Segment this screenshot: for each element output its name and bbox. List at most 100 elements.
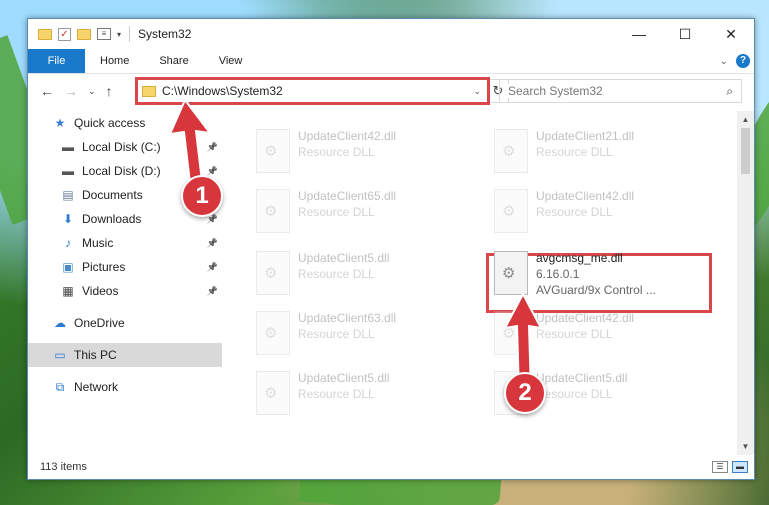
- file-meta: UpdateClient5.dll Resource DLL: [298, 365, 389, 423]
- dll-file-icon: [256, 129, 290, 173]
- search-icon[interactable]: ⌕: [726, 84, 733, 99]
- dll-file-icon: [494, 189, 528, 233]
- scroll-down-icon[interactable]: ▼: [737, 438, 754, 455]
- ribbon-right: ⌄ ?: [720, 49, 754, 73]
- file-item[interactable]: UpdateClient65.dll Resource DLL: [246, 183, 466, 241]
- title-separator: [129, 26, 131, 42]
- file-description-2: AVGuard/9x Control ...: [536, 283, 656, 297]
- ribbon-tabs: File Home Share View ⌄ ?: [28, 49, 754, 74]
- maximize-button[interactable]: ☐: [662, 19, 708, 49]
- nav-item-this-pc[interactable]: ▭ This PC: [28, 343, 222, 367]
- videos-icon: ▦: [62, 284, 74, 298]
- properties-check-icon[interactable]: ✓: [58, 27, 71, 41]
- file-item[interactable]: UpdateClient42.dll Resource DLL: [246, 123, 466, 181]
- pin-icon[interactable]: 📌: [207, 286, 218, 297]
- file-list: UpdateClient42.dllResource DLLUpdateClie…: [222, 111, 737, 455]
- nav-item-label: OneDrive: [74, 316, 125, 330]
- tab-share[interactable]: Share: [144, 49, 203, 73]
- file-item[interactable]: UpdateClient42.dll Resource DLL: [484, 183, 704, 241]
- expand-ribbon-icon[interactable]: ⌄: [720, 56, 728, 67]
- file-description: Resource DLL: [298, 387, 375, 401]
- file-item[interactable]: UpdateClient21.dll Resource DLL: [484, 123, 704, 181]
- nav-item-network[interactable]: ⧉ Network: [28, 375, 222, 399]
- file-meta: UpdateClient42.dll Resource DLL: [536, 183, 634, 241]
- file-item[interactable]: UpdateClient5.dll Resource DLL: [246, 365, 466, 423]
- file-description: Resource DLL: [536, 327, 613, 341]
- dll-file-icon: [256, 189, 290, 233]
- search-box[interactable]: ⌕: [499, 79, 742, 103]
- pin-icon[interactable]: 📌: [207, 238, 218, 249]
- scroll-up-icon[interactable]: ▲: [737, 111, 754, 128]
- nav-item-label: This PC: [74, 348, 117, 362]
- nav-item-videos[interactable]: ▦ Videos 📌: [28, 279, 222, 303]
- file-name: UpdateClient5.dll: [298, 371, 390, 385]
- download-icon: ⬇: [62, 212, 74, 226]
- tab-home[interactable]: Home: [85, 49, 144, 73]
- file-meta: UpdateClient65.dll Resource DLL: [298, 183, 396, 241]
- recent-locations-chevron-icon[interactable]: ⌄: [88, 86, 96, 97]
- nav-item-pictures[interactable]: ▣ Pictures 📌: [28, 255, 222, 279]
- quick-access-toolbar: ✓ ≡ ▾: [28, 27, 121, 41]
- tab-file[interactable]: File: [28, 49, 85, 73]
- minimize-button[interactable]: —: [616, 19, 662, 49]
- navigation-buttons: ← → ⌄ ↑: [28, 83, 135, 99]
- file-name: UpdateClient5.dll: [536, 371, 628, 385]
- drive-icon: ▬: [62, 164, 74, 178]
- up-arrow-icon[interactable]: ↑: [106, 83, 113, 99]
- file-explorer-window: ✓ ≡ ▾ System32 — ☐ ✕ File Home Share Vie…: [27, 18, 755, 480]
- drive-icon: ▬: [62, 140, 74, 154]
- close-button[interactable]: ✕: [708, 19, 754, 49]
- view-toggles: ☰ ▬: [712, 461, 748, 473]
- properties-icon[interactable]: ≡: [97, 28, 111, 40]
- nav-item-label: Downloads: [82, 212, 142, 226]
- pictures-icon: ▣: [62, 260, 74, 274]
- back-arrow-icon[interactable]: ←: [40, 83, 54, 99]
- file-item[interactable]: UpdateClient63.dll Resource DLL: [246, 305, 466, 363]
- details-view-icon[interactable]: ☰: [712, 461, 728, 473]
- network-icon: ⧉: [55, 379, 65, 394]
- file-meta: UpdateClient42.dll Resource DLL: [536, 305, 634, 363]
- nav-item-label: Quick access: [74, 116, 146, 130]
- nav-item-music[interactable]: ♪ Music 📌: [28, 231, 222, 255]
- file-name: UpdateClient42.dll: [298, 129, 397, 143]
- file-meta: UpdateClient21.dll Resource DLL: [536, 123, 634, 181]
- music-icon: ♪: [65, 236, 71, 250]
- tab-view[interactable]: View: [204, 49, 258, 73]
- file-meta: UpdateClient42.dll Resource DLL: [298, 123, 396, 181]
- nav-item-label: Network: [74, 380, 119, 394]
- forward-arrow-icon[interactable]: →: [64, 83, 78, 99]
- pin-icon[interactable]: 📌: [207, 262, 218, 273]
- file-description: 6.16.0.1: [536, 267, 580, 281]
- search-input[interactable]: [508, 84, 708, 98]
- step-badge-2: 2: [504, 372, 546, 414]
- dll-file-icon: [256, 251, 290, 295]
- file-name: UpdateClient42.dll: [536, 311, 635, 325]
- computer-icon: ▭: [54, 348, 66, 362]
- nav-item-label: Local Disk (D:): [82, 164, 161, 178]
- dll-file-icon: [494, 129, 528, 173]
- file-description: Resource DLL: [298, 327, 375, 341]
- window-title: System32: [138, 27, 192, 41]
- customize-toolbar-chevron-icon[interactable]: ▾: [117, 30, 121, 39]
- file-name: UpdateClient21.dll: [536, 129, 635, 143]
- file-description: Resource DLL: [536, 387, 613, 401]
- file-item[interactable]: UpdateClient5.dll Resource DLL: [246, 245, 466, 303]
- help-icon[interactable]: ?: [736, 54, 750, 68]
- step-badge-1: 1: [181, 175, 223, 217]
- large-icons-view-icon[interactable]: ▬: [732, 461, 748, 473]
- dll-file-icon: [256, 311, 290, 355]
- file-meta: avgcmsg_me.dll 6.16.0.1 AVGuard/9x Control…: [536, 245, 656, 303]
- new-folder-icon[interactable]: [77, 28, 91, 40]
- item-count: 113 items: [40, 461, 87, 473]
- vertical-scrollbar[interactable]: ▲ ▼: [737, 111, 754, 455]
- nav-item-label: Videos: [82, 284, 119, 298]
- file-description: Resource DLL: [536, 205, 613, 219]
- file-meta: UpdateClient63.dll Resource DLL: [298, 305, 396, 363]
- nav-item-onedrive[interactable]: ☁ OneDrive: [28, 311, 222, 335]
- title-bar: ✓ ≡ ▾ System32 — ☐ ✕: [28, 19, 754, 49]
- scroll-thumb[interactable]: [741, 128, 750, 174]
- file-description: Resource DLL: [298, 145, 375, 159]
- file-description: Resource DLL: [298, 267, 375, 281]
- nav-item-label: Music: [82, 236, 114, 250]
- file-description: Resource DLL: [298, 205, 375, 219]
